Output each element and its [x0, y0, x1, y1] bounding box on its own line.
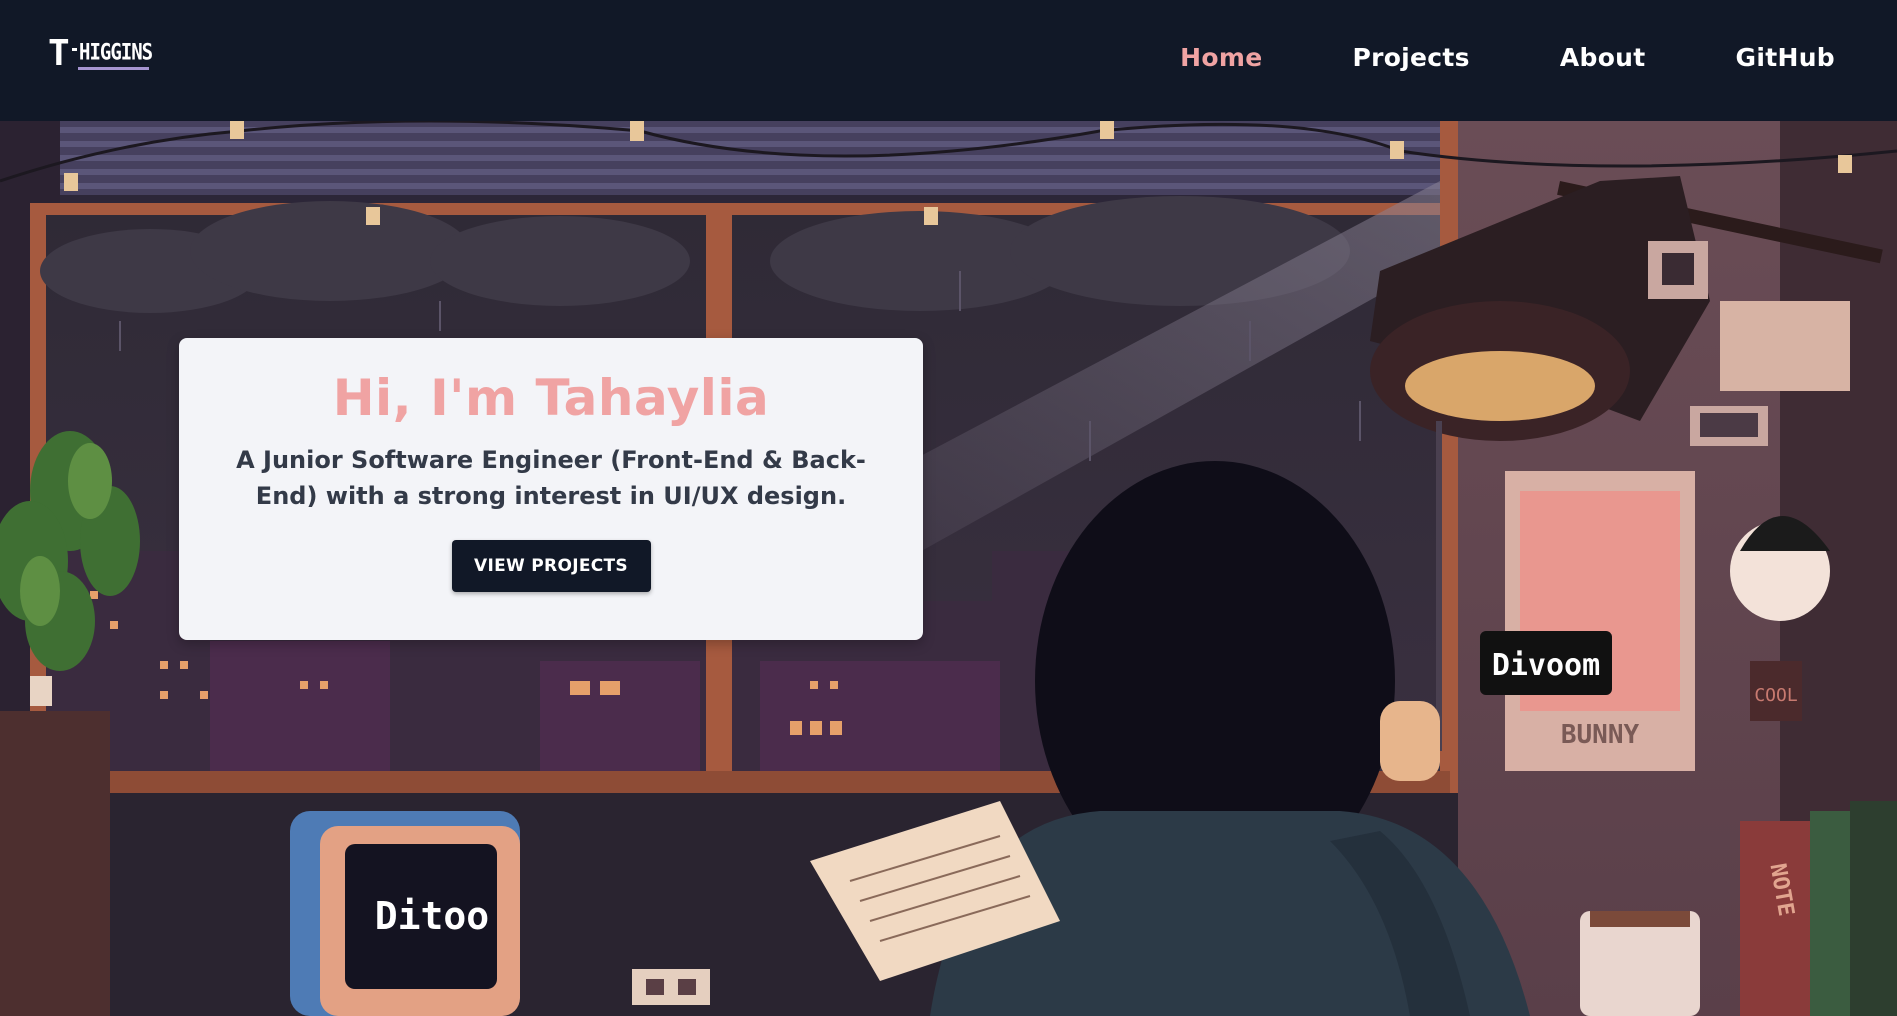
nav-link-about[interactable]: About [1560, 40, 1646, 76]
nav-link-home[interactable]: Home [1180, 40, 1262, 76]
navbar: T HIGGINS Home Projects About GitHub [0, 0, 1897, 121]
hero-card: Hi, I'm Tahaylia A Junior Software Engin… [179, 338, 923, 640]
logo-letter: T [48, 33, 70, 74]
hero-subtitle: A Junior Software Engineer (Front-End & … [236, 446, 866, 510]
view-projects-button[interactable]: VIEW PROJECTS [451, 540, 651, 592]
hero-title: Hi, I'm Tahaylia [332, 369, 770, 427]
site-logo[interactable]: T HIGGINS [48, 36, 158, 76]
cool-sticker-label: COOL [1754, 685, 1798, 706]
nav-links: Home Projects About GitHub [1090, 40, 1835, 76]
logo-underline [78, 67, 149, 70]
ditoo-screen-label: Ditoo [375, 894, 489, 938]
logo-dash [72, 48, 77, 51]
poster-bunny-label: BUNNY [1561, 720, 1640, 750]
divoom-label: Divoom [1492, 648, 1600, 683]
nav-link-github[interactable]: GitHub [1736, 40, 1835, 76]
nav-link-projects[interactable]: Projects [1352, 40, 1469, 76]
logo-name: HIGGINS [79, 40, 153, 66]
